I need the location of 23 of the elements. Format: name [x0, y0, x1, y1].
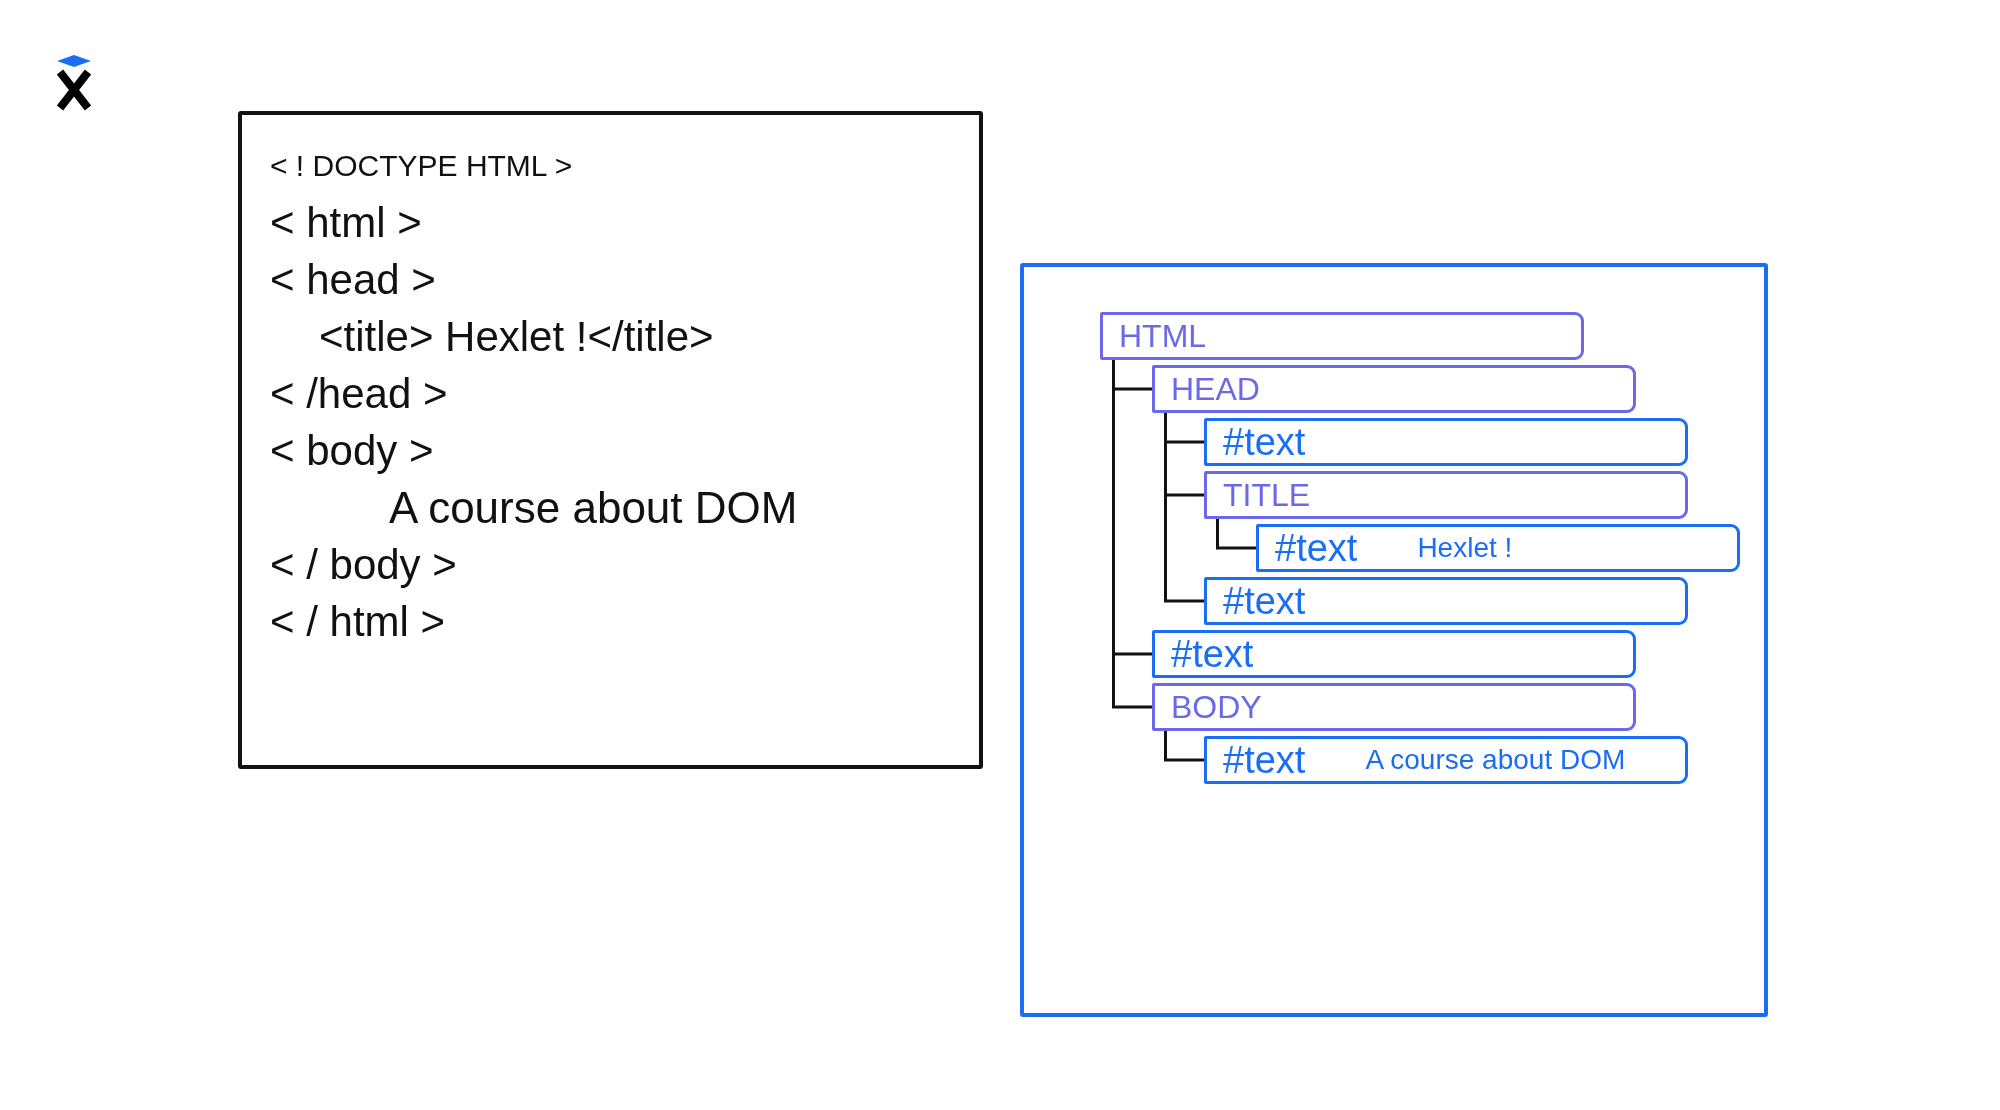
code-line: < / html > — [270, 597, 446, 647]
node-name: TITLE — [1223, 479, 1311, 511]
code-line: < / body > — [270, 540, 457, 590]
code-line: <title> Hexlet !</title> — [319, 312, 714, 362]
logo-icon — [55, 55, 93, 112]
code-line: < head > — [270, 255, 436, 305]
code-line: < html > — [270, 198, 422, 248]
node-value: Hexlet ! — [1417, 534, 1513, 562]
code-line: < /head > — [270, 369, 448, 419]
node-name: #text — [1171, 635, 1254, 673]
node-name: #text — [1223, 423, 1306, 461]
tree-connector — [1163, 731, 1204, 762]
code-line: < body > — [270, 426, 434, 476]
node-name: BODY — [1171, 691, 1262, 723]
node-value: A course about DOM — [1365, 746, 1626, 774]
code-line: < ! DOCTYPE HTML > — [270, 148, 573, 184]
node-name: #text — [1223, 582, 1306, 620]
node-name: #text — [1275, 529, 1358, 567]
tree-connector — [1215, 519, 1256, 550]
node-name: HEAD — [1171, 373, 1260, 405]
node-name: #text — [1223, 741, 1306, 779]
code-line: A course about DOM — [389, 482, 798, 534]
node-name: HTML — [1119, 320, 1207, 352]
